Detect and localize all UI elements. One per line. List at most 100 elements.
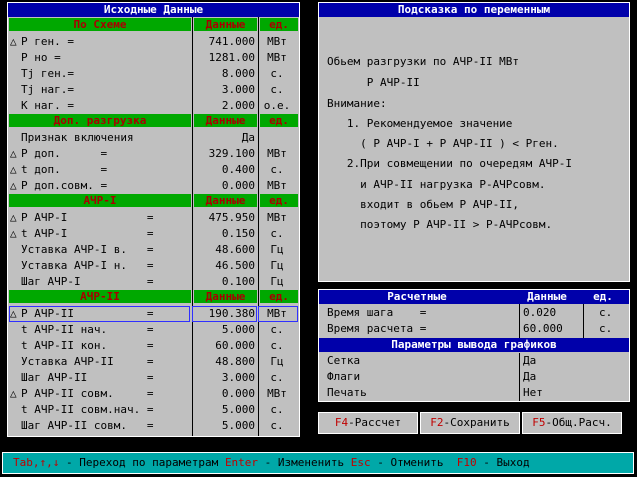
hint-line: 1. Рекомендуемое значение <box>327 117 513 130</box>
status-key: Tab,↑,↓ <box>13 456 60 469</box>
calc-unit: с. <box>599 306 613 319</box>
param-value[interactable]: 0.000 <box>197 386 255 402</box>
param-row[interactable]: K наг. = 2.000 о.е. <box>8 98 297 114</box>
param-value[interactable]: 3.000 <box>197 82 255 98</box>
calc-header: Расчетные Данные ед. <box>319 290 629 304</box>
param-unit <box>260 130 294 146</box>
param-row[interactable]: Признак включения Да <box>8 130 297 146</box>
calc-value[interactable]: 0.020 <box>523 305 579 321</box>
param-value[interactable]: 60.000 <box>197 338 255 354</box>
param-row[interactable]: Шаг АЧР-I = 0.100 Гц <box>8 274 297 290</box>
status-key: Esc <box>350 456 371 469</box>
param-label: Уставка АЧР-I н. = <box>21 259 154 272</box>
selected-unit-highlight <box>258 306 298 322</box>
graph-row[interactable]: Сетка Да <box>319 353 629 369</box>
param-label: Шаг АЧР-II = <box>21 371 154 384</box>
section-header-unit: ед. <box>260 194 298 207</box>
param-value[interactable]: 475.950 <box>197 210 255 226</box>
param-label: P доп. = <box>21 147 108 160</box>
param-value[interactable]: 329.100 <box>197 146 255 162</box>
param-row[interactable]: △ t доп. = 0.400 с. <box>8 162 297 178</box>
param-row[interactable]: △ P АЧР-I = 475.950 МВт <box>8 210 297 226</box>
calc-name: Время расчета = <box>327 322 427 335</box>
param-row[interactable]: △ t АЧР-I = 0.150 с. <box>8 226 297 242</box>
graph-row[interactable]: Печать Нет <box>319 385 629 401</box>
param-row[interactable]: △ P доп.совм. = 0.000 МВт <box>8 178 297 194</box>
calc-header-name: Расчетные <box>387 290 447 303</box>
param-name: t АЧР-II нач. = <box>10 322 192 338</box>
calc-value[interactable]: 60.000 <box>523 321 579 337</box>
param-row[interactable]: Tj наг.= 3.000 с. <box>8 82 297 98</box>
param-value[interactable]: 5.000 <box>197 402 255 418</box>
param-name: △ P доп. = <box>10 146 192 162</box>
param-name: Уставка АЧР-I в. = <box>10 242 192 258</box>
triangle-icon: △ <box>10 163 17 176</box>
param-unit: с. <box>270 339 284 352</box>
triangle-icon: △ <box>10 227 17 240</box>
param-name: △ t АЧР-I = <box>10 226 192 242</box>
param-row[interactable]: P но = 1281.00 МВт <box>8 50 297 66</box>
section-header-value: Данные <box>194 290 257 303</box>
param-value[interactable]: 0.000 <box>197 178 255 194</box>
hint-line: поэтому P АЧР-II > P-АЧРсовм. <box>327 218 553 231</box>
param-label: Уставка АЧР-II = <box>21 355 154 368</box>
param-row[interactable]: △ P ген. = 741.000 МВт <box>8 34 297 50</box>
param-row[interactable]: Шаг АЧР-II = 3.000 с. <box>8 370 297 386</box>
param-label: Признак включения <box>21 131 134 144</box>
param-value[interactable]: Да <box>197 130 255 146</box>
calc-header-value: Данные <box>527 290 567 303</box>
param-row[interactable]: Шаг АЧР-II совм. = 5.000 с. <box>8 418 297 434</box>
param-row[interactable]: Уставка АЧР-I н. = 46.500 Гц <box>8 258 297 274</box>
param-unit: МВт <box>267 51 287 64</box>
param-row[interactable]: t АЧР-II нач. = 5.000 с. <box>8 322 297 338</box>
param-name: t АЧР-II совм.нач. = <box>10 402 192 418</box>
function-button-f4[interactable]: F4-Рассчет <box>318 412 418 434</box>
function-key: F4 <box>334 416 349 429</box>
param-value[interactable]: 1281.00 <box>197 50 255 66</box>
triangle-icon: △ <box>10 211 17 224</box>
param-value[interactable]: 5.000 <box>197 322 255 338</box>
param-label: Tj наг.= <box>21 83 74 96</box>
param-unit: МВт <box>267 179 287 192</box>
triangle-icon: △ <box>10 179 17 192</box>
function-label: -Общ.Расч. <box>545 416 612 429</box>
param-value[interactable]: 48.800 <box>197 354 255 370</box>
param-value[interactable]: 0.400 <box>197 162 255 178</box>
param-unit: с. <box>270 163 284 176</box>
param-value[interactable]: 5.000 <box>197 418 255 434</box>
param-name: △ P ген. = <box>10 34 192 50</box>
section-header-unit: ед. <box>260 18 298 31</box>
function-button-f5[interactable]: F5-Общ.Расч. <box>522 412 622 434</box>
function-button-f2[interactable]: F2-Сохранить <box>420 412 520 434</box>
param-row[interactable]: t АЧР-II кон. = 60.000 с. <box>8 338 297 354</box>
param-row[interactable]: △ P доп. = 329.100 МВт <box>8 146 297 162</box>
param-unit: МВт <box>267 35 287 48</box>
param-value[interactable]: 0.150 <box>197 226 255 242</box>
triangle-icon: △ <box>10 387 17 400</box>
param-name: Tj ген.= <box>10 66 192 82</box>
hint-line: Обьем разгрузки по АЧР-II МВт <box>327 55 520 68</box>
hint-panel: Подсказка по переменным Обьем разгрузки … <box>318 2 630 282</box>
section-header-value: Данные <box>194 18 257 31</box>
section-header-name: АЧР-I <box>9 194 191 207</box>
param-row[interactable]: Tj ген.= 8.000 с. <box>8 66 297 82</box>
param-value[interactable]: 0.100 <box>197 274 255 290</box>
param-row[interactable]: Уставка АЧР-I в. = 48.600 Гц <box>8 242 297 258</box>
param-value[interactable]: 8.000 <box>197 66 255 82</box>
param-label: t АЧР-I = <box>21 227 154 240</box>
graph-value[interactable]: Да <box>523 369 583 385</box>
param-value[interactable]: 2.000 <box>197 98 255 114</box>
graph-value[interactable]: Нет <box>523 385 583 401</box>
graph-name: Печать <box>327 386 367 399</box>
param-value[interactable]: 3.000 <box>197 370 255 386</box>
param-value[interactable]: 741.000 <box>197 34 255 50</box>
param-value[interactable]: 48.600 <box>197 242 255 258</box>
graph-value[interactable]: Да <box>523 353 583 369</box>
param-row[interactable]: Уставка АЧР-II = 48.800 Гц <box>8 354 297 370</box>
param-value[interactable]: 46.500 <box>197 258 255 274</box>
param-row[interactable]: t АЧР-II совм.нач. = 5.000 с. <box>8 402 297 418</box>
param-row[interactable]: △ P АЧР-II совм. = 0.000 МВт <box>8 386 297 402</box>
status-bar: Tab,↑,↓ - Переход по параметрам Enter - … <box>2 452 634 474</box>
graph-row[interactable]: Флаги Да <box>319 369 629 385</box>
param-label: t АЧР-II кон. = <box>21 339 154 352</box>
